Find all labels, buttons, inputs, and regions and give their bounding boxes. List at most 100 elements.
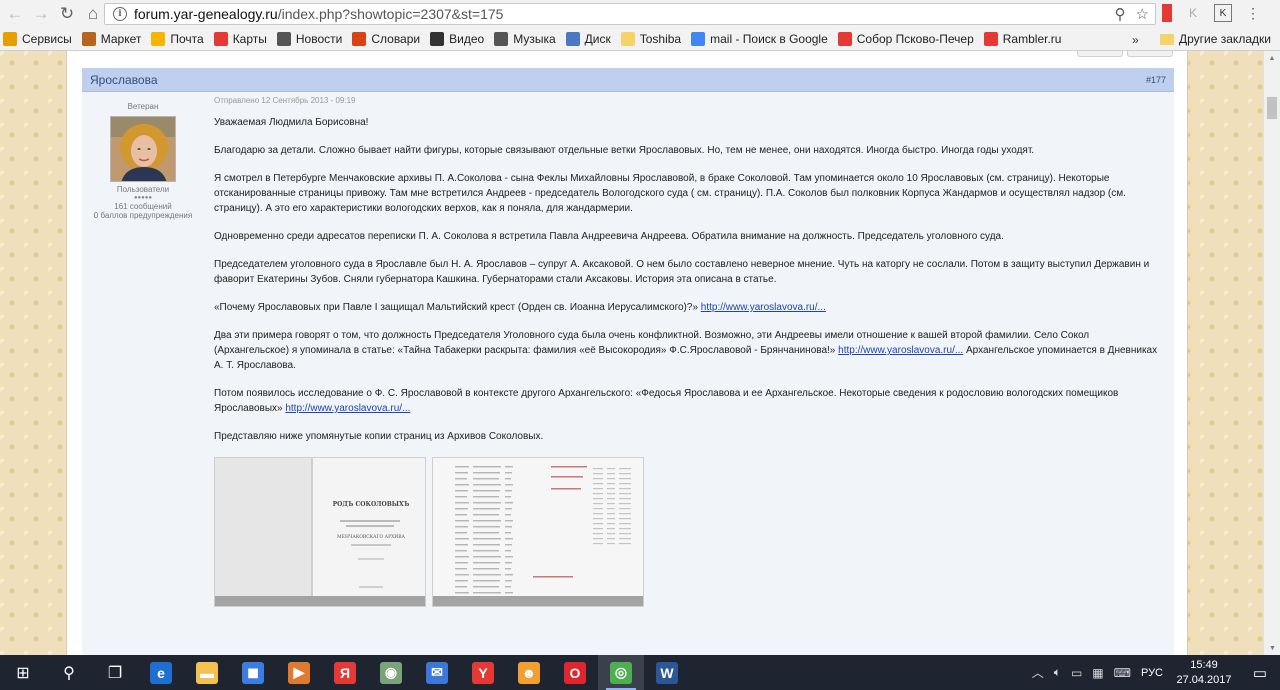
app-circle-icon: ◉ (380, 661, 402, 684)
opera-taskbar-button[interactable]: O (552, 655, 598, 690)
start-button: ⊞ (16, 664, 30, 682)
yandex-browser-icon: Я (334, 661, 356, 684)
bookmark-item[interactable]: Музыка (494, 32, 556, 46)
edge-icon: e (150, 661, 172, 684)
home-button[interactable]: ⌂ (82, 3, 104, 25)
mail-icon (151, 32, 166, 46)
search-taskbar-button[interactable]: ⚲ (46, 655, 92, 690)
yandex-browser-taskbar-button[interactable]: Я (322, 655, 368, 690)
attachment-caption-bar (433, 596, 643, 606)
start-button-taskbar-button[interactable]: ⊞ (0, 655, 46, 690)
other-bookmarks-button[interactable]: Другие закладки (1160, 32, 1271, 46)
bookmark-flag-icon[interactable] (1162, 4, 1172, 22)
reply-button[interactable] (1127, 51, 1173, 57)
edge-taskbar-button[interactable]: e (138, 655, 184, 690)
word-taskbar-button[interactable]: W (644, 655, 690, 690)
post-paragraph: Уважаемая Людмила Борисовна! (214, 117, 369, 128)
bookmark-item[interactable]: Новости (276, 32, 342, 46)
volume-icon[interactable]: 🔈︎ (1054, 665, 1061, 680)
windows-taskbar: ⊞ ⚲ ❐ e ▬ ◼ ▶ Я ◉ ✉ Y ☻ O ◎ W ︿ 🔈︎ ▭ ▦ ⌨︎ РУС 15:49 27… (0, 655, 1280, 690)
app-circle-taskbar-button[interactable]: ◉ (368, 655, 414, 690)
apps-grid-icon (3, 32, 17, 46)
file-explorer-taskbar-button[interactable]: ▬ (184, 655, 230, 690)
info-icon[interactable]: i (113, 7, 127, 21)
chevron-up-icon[interactable]: ︿ (1032, 664, 1044, 681)
battery-icon[interactable]: ▭ (1071, 666, 1082, 680)
bookmark-item[interactable]: Toshiba (620, 32, 681, 46)
bookmark-item[interactable]: mail - Поиск в Google (691, 32, 828, 46)
bookmark-item[interactable]: Rambler.ru (983, 32, 1061, 46)
language-indicator[interactable]: РУС (1141, 667, 1163, 679)
store-taskbar-button[interactable]: ◼ (230, 655, 276, 690)
external-link[interactable]: http://www.yaroslavova.ru/... (285, 403, 410, 414)
disk-icon (565, 32, 580, 46)
post-paragraph: Представляю ниже упомянутые копии страни… (214, 431, 544, 442)
vertical-scrollbar[interactable]: ▲ ▼ (1263, 51, 1280, 655)
folder-icon (1160, 33, 1174, 45)
post-paragraph: Два эти примера говорят о том, что должн… (214, 330, 1158, 371)
external-link[interactable]: http://www.yaroslavova.ru/... (838, 345, 963, 356)
back-button[interactable]: ← (4, 3, 26, 25)
system-tray: ︿ 🔈︎ ▭ ▦ ⌨︎ РУС 15:49 27.04.2017 ▭ (1027, 655, 1280, 690)
yandex-taskbar-button[interactable]: Y (460, 655, 506, 690)
attachments: РОДЪ СОКОЛОВЫХЪ МЕНЧАКОВСКАГО АРХИВА (214, 457, 1164, 607)
bookmark-item[interactable]: Словари (352, 32, 420, 46)
attachment-thumbnail[interactable]: РОДЪ СОКОЛОВЫХЪ МЕНЧАКОВСКАГО АРХИВА (214, 457, 426, 607)
bookmark-item[interactable]: Диск (565, 32, 611, 46)
opera-icon: O (564, 661, 586, 684)
store-icon: ◼ (242, 661, 264, 684)
author-sidebar: Ветеран Пользователи ●●●●● 161 сообщений… (82, 92, 204, 220)
bookmark-item[interactable]: Карты (213, 32, 267, 46)
file-explorer-icon: ▬ (196, 661, 218, 684)
external-link[interactable]: http://www.yaroslavova.ru/... (701, 302, 826, 313)
bookmark-item[interactable]: Почта (151, 32, 204, 46)
reload-button[interactable]: ↻ (56, 3, 78, 25)
bookmark-item[interactable]: Маркет (81, 32, 142, 46)
post-action-buttons (1077, 51, 1173, 57)
bookmark-label: Почта (170, 32, 204, 46)
scroll-down-icon[interactable]: ▼ (1264, 641, 1280, 655)
forward-button[interactable]: → (30, 3, 52, 25)
bookmark-label: Карты (232, 32, 267, 46)
zoom-icon[interactable]: ⚲ (1115, 5, 1126, 23)
attachment-thumbnail[interactable] (432, 457, 644, 607)
network-icon[interactable]: ▦ (1092, 666, 1103, 680)
user-message-count: 161 сообщений (114, 202, 172, 211)
bookmarks-more-button[interactable]: » (1132, 33, 1139, 47)
arrow-right-icon: → (32, 4, 50, 23)
media-player-taskbar-button[interactable]: ▶ (276, 655, 322, 690)
task-view-taskbar-button[interactable]: ❐ (92, 655, 138, 690)
menu-icon[interactable]: ⋮ (1244, 4, 1262, 22)
scrollbar-thumb[interactable] (1267, 97, 1277, 119)
scan-title-line-1: РОДЪ СОКОЛОВЫХЪ (333, 501, 410, 508)
post-author[interactable]: Ярославова (90, 73, 158, 87)
post-number-link[interactable]: #177 (1146, 75, 1166, 85)
bookmark-item[interactable]: Собор Псково-Печер (837, 32, 974, 46)
scanned-table-image (433, 458, 643, 606)
extension-k-icon[interactable]: K (1184, 4, 1202, 22)
chat-app-taskbar-button[interactable]: ☻ (506, 655, 552, 690)
bookmark-label: Маркет (100, 32, 142, 46)
star-icon[interactable]: ☆ (1136, 5, 1149, 23)
bookmark-item[interactable]: Сервисы (3, 32, 72, 46)
post-paragraph: «Почему Ярославовых при Павле I защищал … (214, 302, 826, 313)
address-bar[interactable]: i forum.yar-genealogy.ru/index.php?showt… (104, 3, 1156, 25)
notification-center-icon[interactable]: ▭ (1240, 664, 1280, 682)
bookmark-label: Собор Псково-Печер (856, 32, 974, 46)
mail-app-taskbar-button[interactable]: ✉ (414, 655, 460, 690)
quote-button[interactable] (1077, 51, 1123, 57)
scan-title-line-2: МЕНЧАКОВСКАГО АРХИВА (337, 534, 405, 540)
word-icon: W (656, 661, 678, 684)
post-date: Отправлено 12 Сентябрь 2013 - 09:19 (214, 96, 356, 105)
extension-k-box-icon[interactable]: K (1214, 4, 1232, 22)
post-paragraph: Благодарю за детали. Сложно бывает найти… (214, 145, 1035, 156)
scroll-up-icon[interactable]: ▲ (1264, 51, 1280, 65)
search-icon: ⚲ (63, 664, 75, 682)
keyboard-icon[interactable]: ⌨︎ (1114, 666, 1131, 680)
chrome-taskbar-button[interactable]: ◎ (598, 655, 644, 690)
clock[interactable]: 15:49 27.04.2017 (1168, 658, 1240, 688)
avatar[interactable] (110, 116, 176, 182)
bookmark-item[interactable]: Видео (430, 32, 484, 46)
video-icon (430, 32, 445, 46)
media-player-icon: ▶ (288, 661, 310, 684)
